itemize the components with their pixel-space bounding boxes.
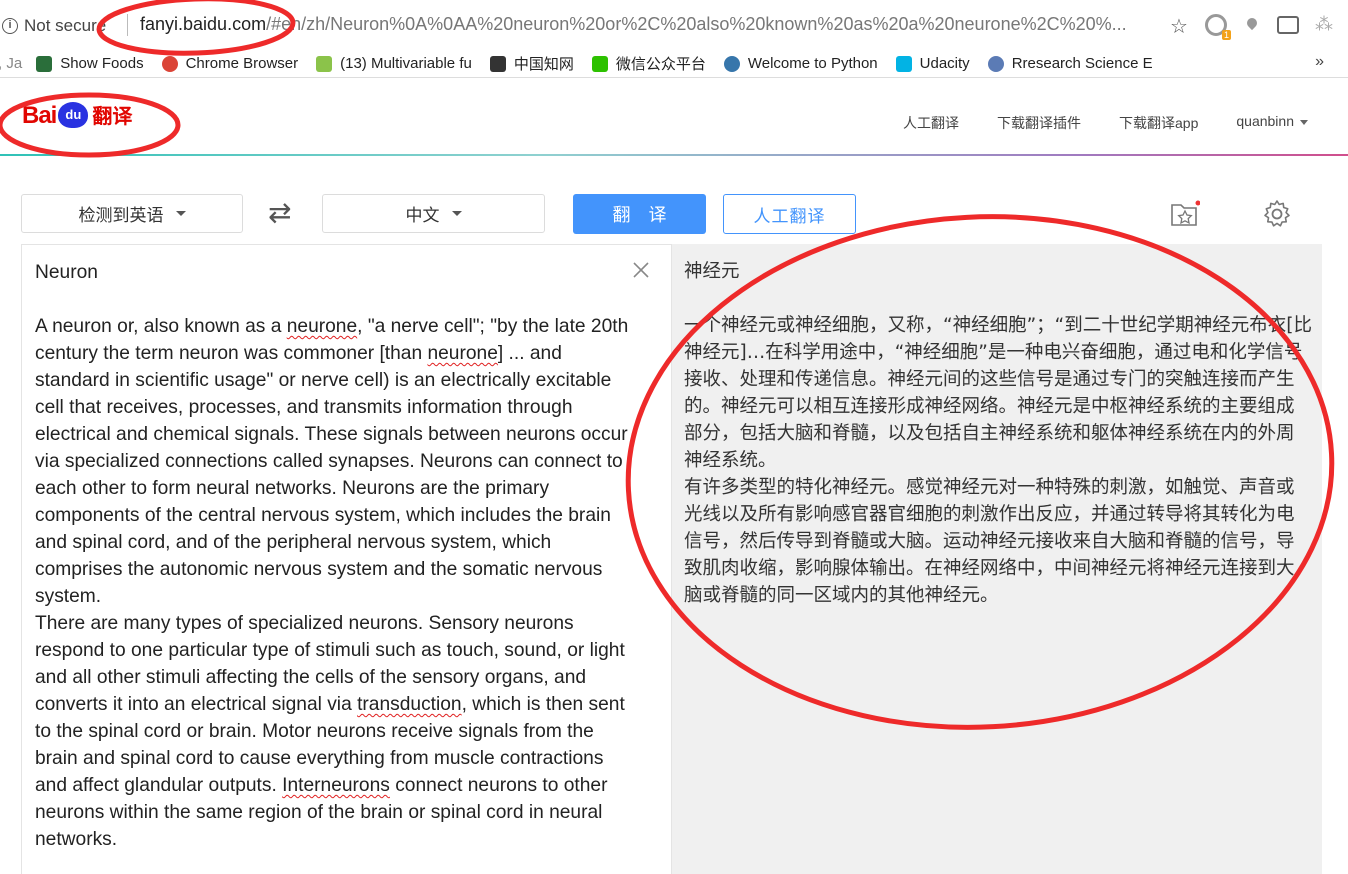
source-paragraph-1: A neuron or, also known as a neurone, "a…	[35, 316, 634, 607]
nav-human-translation[interactable]: 人工翻译	[903, 113, 959, 133]
usda-icon	[36, 55, 53, 72]
url-field[interactable]: fanyi.baidu.com/#en/zh/Neuron%0A%0AA%20n…	[140, 14, 1160, 35]
bookmark-label: 微信公众平台	[615, 56, 706, 73]
settings-gear-icon[interactable]	[1262, 199, 1292, 229]
user-menu[interactable]: quanbinn	[1236, 113, 1308, 133]
extension-badge: 1	[1221, 30, 1231, 40]
cnki-icon	[489, 55, 506, 72]
bookmark-label: 中国知网	[513, 56, 574, 73]
source-language-label: 检测到英语	[78, 206, 164, 225]
clear-close-icon[interactable]	[630, 259, 652, 281]
info-icon: i	[2, 18, 18, 34]
security-label: Not secure	[24, 16, 107, 35]
target-language-label: 中文	[405, 206, 440, 225]
bookmark-label: , Ja	[0, 55, 23, 72]
header-nav: 人工翻译 下载翻译插件 下载翻译app quanbinn	[903, 113, 1308, 133]
translation-result-panel: 神经元 一个神经元或神经细胞，又称，“神经细胞”；“到二十世纪学期神经元布衣[比…	[672, 244, 1322, 874]
bookmark-label: Welcome to Python	[747, 55, 878, 72]
bookmarks-bar: , Ja Show Foods Chrome Browser (13) Multiva…	[0, 50, 1348, 78]
chevron-down-icon	[451, 211, 462, 216]
translation-paragraph-2: 有许多类型的特化神经元。感觉神经元对一种特殊的刺激，如触觉、声音或光线以及所有影…	[684, 477, 1295, 606]
bookmark-item[interactable]: Rresearch Science E	[987, 55, 1153, 72]
url-host: fanyi.baidu.com	[140, 14, 267, 34]
chevron-down-icon	[175, 211, 186, 216]
address-bar: i Not secure fanyi.baidu.com/#en/zh/Neur…	[0, 0, 1348, 50]
bookmark-label: Chrome Browser	[185, 55, 299, 72]
nav-download-plugin[interactable]: 下载翻译插件	[997, 113, 1081, 133]
translation-paragraph-1: 一个神经元或神经细胞，又称，“神经细胞”；“到二十世纪学期神经元布衣[比神经元]…	[684, 315, 1312, 471]
logo-bai: Bai	[22, 102, 57, 129]
address-divider	[127, 14, 128, 36]
source-text-panel[interactable]: Neuron A neuron or, also known as a neur…	[21, 244, 672, 874]
bookmark-item[interactable]: Udacity	[895, 55, 970, 72]
bookmark-label: Udacity	[919, 55, 970, 72]
udacity-icon	[895, 55, 912, 72]
logo-fanyi: 翻译	[92, 106, 133, 128]
source-text-segment: ] ... and standard in scientific usage" …	[35, 343, 633, 607]
bookmark-label: Show Foods	[60, 55, 144, 72]
bookmark-star-icon[interactable]: ☆	[1170, 14, 1188, 39]
site-header: Bai du 翻译 人工翻译 下载翻译插件 下载翻译app quanbinn	[0, 78, 1348, 156]
baidu-fanyi-logo[interactable]: Bai du 翻译	[22, 100, 132, 132]
location-pin-icon[interactable]	[1244, 15, 1260, 31]
research-icon	[987, 55, 1004, 72]
bookmark-label: (13) Multivariable fu	[340, 55, 472, 72]
swap-languages-icon[interactable]: ⇄	[268, 196, 291, 229]
bookmark-item[interactable]: Welcome to Python	[723, 55, 878, 72]
logo-paw-icon: du	[58, 102, 89, 128]
bookmark-item[interactable]: (13) Multivariable fu	[316, 55, 472, 72]
leaf-icon	[316, 55, 333, 72]
bookmark-item[interactable]: Show Foods	[36, 55, 144, 72]
bookmarks-overflow-chevron-icon[interactable]: »	[1315, 53, 1324, 71]
python-icon	[723, 55, 740, 72]
spellcheck-word[interactable]: neurone	[287, 316, 357, 337]
extension-icon[interactable]: 1	[1205, 14, 1231, 40]
url-path: /#en/zh/Neuron%0A%0AA%20neuron%20or%2C%2…	[266, 14, 1127, 34]
cast-icon[interactable]	[1277, 16, 1299, 34]
human-translation-button[interactable]: 人工翻译	[723, 194, 856, 234]
favorites-folder-icon[interactable]	[1170, 200, 1200, 228]
security-indicator[interactable]: i Not secure	[2, 16, 106, 36]
spellcheck-word[interactable]: neurone	[427, 343, 497, 364]
chrome-icon	[161, 55, 178, 72]
source-textarea[interactable]: Neuron A neuron or, also known as a neur…	[35, 259, 635, 853]
translate-button[interactable]: 翻译	[573, 194, 706, 234]
extensions-toolbar: 1 ⁂	[1205, 14, 1335, 40]
bookmark-item[interactable]: , Ja	[0, 55, 22, 72]
mask-icon[interactable]: ⁂	[1313, 14, 1335, 36]
bookmark-item[interactable]: Chrome Browser	[161, 55, 299, 72]
nav-download-app[interactable]: 下载翻译app	[1119, 113, 1198, 133]
source-text-segment: A neuron or, also known as a	[35, 316, 287, 337]
source-title: Neuron	[35, 262, 98, 283]
spellcheck-word[interactable]: Interneurons	[282, 775, 390, 796]
bookmark-item[interactable]: 微信公众平台	[591, 53, 706, 74]
source-paragraph-2: There are many types of specialized neur…	[35, 613, 630, 850]
translation-title: 神经元	[684, 261, 740, 282]
target-language-select[interactable]: 中文	[322, 194, 545, 233]
bookmark-label: Rresearch Science E	[1011, 55, 1153, 72]
spellcheck-word[interactable]: transduction	[357, 694, 462, 715]
wechat-icon	[591, 55, 608, 72]
source-language-select[interactable]: 检测到英语	[21, 194, 243, 233]
header-divider	[0, 154, 1348, 156]
bookmark-item[interactable]: 中国知网	[489, 53, 574, 74]
translation-text: 神经元 一个神经元或神经细胞，又称，“神经细胞”；“到二十世纪学期神经元布衣[比…	[684, 258, 1312, 609]
